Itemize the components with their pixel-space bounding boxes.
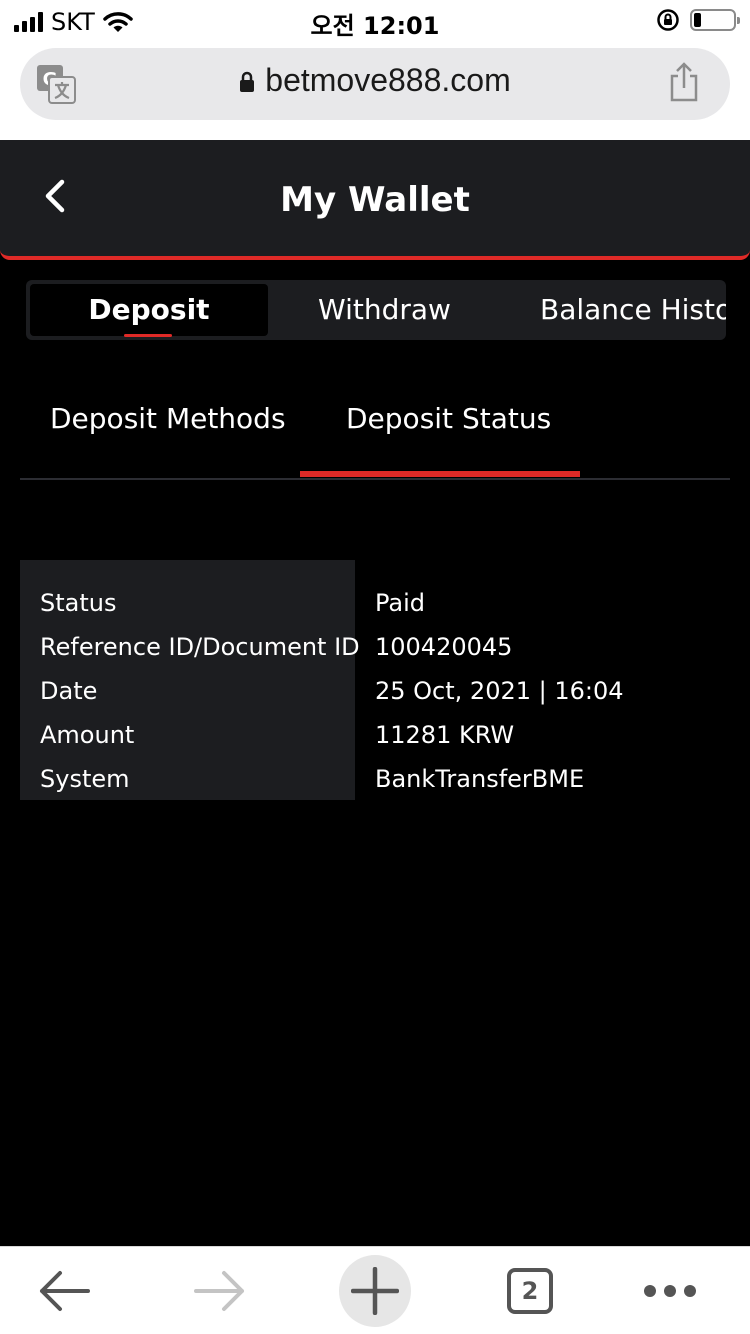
- browser-back-button[interactable]: [34, 1261, 94, 1321]
- status-time: 오전 12:01: [310, 12, 440, 40]
- app-header: My Wallet: [0, 140, 750, 260]
- detail-label-reference: Reference ID/Document ID: [40, 633, 360, 661]
- detail-value-amount: 11281 KRW: [375, 721, 515, 749]
- battery-icon: [690, 9, 740, 31]
- plus-icon: [351, 1267, 399, 1315]
- tabs-button[interactable]: 2: [500, 1261, 560, 1321]
- url-bar[interactable]: G betmove888.com: [20, 48, 730, 120]
- tab-balance-history[interactable]: Balance History: [540, 280, 726, 340]
- tabs-icon: 2: [507, 1268, 553, 1314]
- detail-label-date: Date: [40, 677, 98, 705]
- share-icon[interactable]: [666, 62, 702, 102]
- status-right: [656, 8, 740, 32]
- subtab-active-indicator: [300, 471, 580, 477]
- tab-withdraw-label: Withdraw: [318, 293, 451, 326]
- more-button[interactable]: [640, 1261, 700, 1321]
- detail-label-status: Status: [40, 589, 117, 617]
- tab-balance-history-label: Balance History: [540, 293, 726, 326]
- url-text: betmove888.com: [265, 62, 511, 98]
- more-icon: [644, 1285, 696, 1297]
- browser-url-area: G betmove888.com: [0, 40, 750, 140]
- detail-value-system: BankTransferBME: [375, 765, 585, 793]
- detail-value-reference: 100420045: [375, 633, 513, 661]
- subtab-deposit-methods[interactable]: Deposit Methods: [50, 402, 286, 435]
- detail-label-system: System: [40, 765, 130, 793]
- forward-arrow-icon: [194, 1271, 244, 1311]
- detail-value-date: 25 Oct, 2021 | 16:04: [375, 677, 624, 705]
- url-text-wrap: betmove888.com: [20, 62, 730, 99]
- tab-deposit[interactable]: Deposit: [30, 284, 268, 337]
- detail-label-amount: Amount: [40, 721, 135, 749]
- rotation-lock-icon: [657, 9, 679, 31]
- sub-tabs: Deposit Methods Deposit Status: [20, 380, 730, 480]
- new-tab-button[interactable]: [339, 1255, 411, 1327]
- page-title: My Wallet: [280, 180, 470, 220]
- browser-forward-button[interactable]: [190, 1261, 250, 1321]
- deposit-details: Status Paid Reference ID/Document ID 100…: [20, 560, 730, 800]
- tab-withdraw[interactable]: Withdraw: [318, 280, 451, 340]
- tab-deposit-label: Deposit: [88, 293, 210, 326]
- tab-deposit-indicator: [124, 334, 172, 337]
- main-tabs: Deposit Withdraw Balance History: [26, 280, 726, 340]
- back-arrow-icon: [40, 1271, 90, 1311]
- detail-value-status: Paid: [375, 589, 426, 617]
- lock-icon: [240, 71, 255, 92]
- subtab-deposit-status[interactable]: Deposit Status: [346, 402, 551, 435]
- status-bar: SKT 오전 12:01: [0, 0, 750, 40]
- browser-toolbar: 2: [0, 1246, 750, 1334]
